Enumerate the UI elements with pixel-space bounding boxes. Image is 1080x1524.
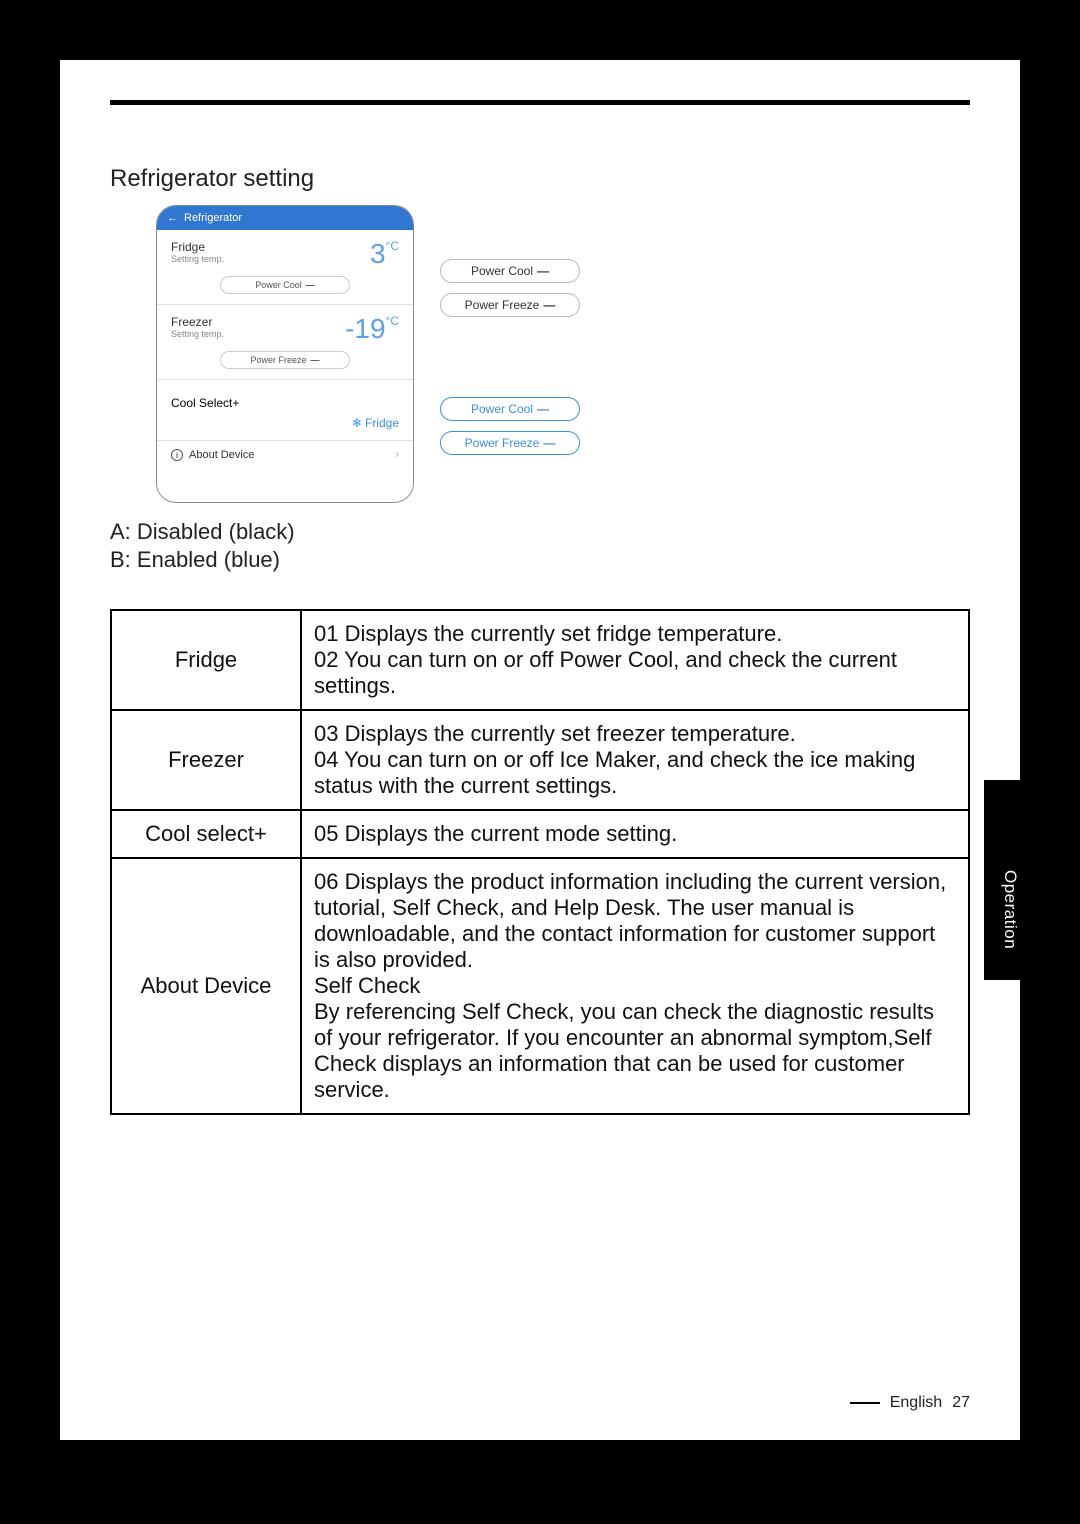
freezer-temp: -19°C [345,315,399,343]
footer-lang: English [890,1394,942,1412]
power-cool-pill[interactable]: Power Cool— [220,276,350,294]
row-label-coolselect: Cool select+ [111,810,301,858]
back-arrow-icon[interactable]: ← [167,212,178,224]
row-desc-fridge: 01 Displays the currently set fridge tem… [301,610,969,710]
coolselect-card[interactable]: Cool Select+ ❄Fridge [157,380,413,441]
power-freeze-enabled-pill: Power Freeze— [440,431,580,455]
section-title: Refrigerator setting [110,165,970,193]
row-desc-coolselect: 05 Displays the current mode setting. [301,810,969,858]
coolselect-value: Fridge [365,416,399,430]
fridge-sub: Setting temp. [171,254,224,264]
legend-b: B: Enabled (blue) [110,547,970,573]
table-row: Cool select+ 05 Displays the current mod… [111,810,969,858]
chevron-right-icon: › [395,449,399,461]
table-row: Fridge 01 Displays the currently set fri… [111,610,969,710]
row-desc-freezer: 03 Displays the currently set freezer te… [301,710,969,810]
footer-page: 27 [952,1394,970,1412]
fridge-label: Fridge [171,240,224,254]
power-cool-enabled-pill: Power Cool— [440,397,580,421]
power-cool-disabled-pill: Power Cool— [440,259,580,283]
about-device-row[interactable]: i About Device › [157,441,413,469]
phone-mock: ← Refrigerator Fridge Setting temp. 3°C [156,205,414,503]
power-freeze-disabled-pill: Power Freeze— [440,293,580,317]
legend: A: Disabled (black) B: Enabled (blue) [110,519,970,573]
phone-header[interactable]: ← Refrigerator [157,206,413,230]
row-label-fridge: Fridge [111,610,301,710]
freezer-sub: Setting temp. [171,329,224,339]
about-label: About Device [189,449,254,461]
power-freeze-pill[interactable]: Power Freeze— [220,351,350,369]
table-row: About Device 06 Displays the product inf… [111,858,969,1114]
footer: English 27 [850,1394,970,1412]
table-row: Freezer 03 Displays the currently set fr… [111,710,969,810]
snowflake-icon: ❄ [352,416,362,430]
phone-body: Fridge Setting temp. 3°C Power Cool— [157,230,413,502]
top-rule [110,100,970,105]
side-pill-column: Power Cool— Power Freeze— Power Cool— Po… [440,259,580,455]
freezer-card[interactable]: Freezer Setting temp. -19°C Power Freeze… [157,305,413,380]
fridge-card[interactable]: Fridge Setting temp. 3°C Power Cool— [157,230,413,305]
row-desc-about: 06 Displays the product information incl… [301,858,969,1114]
row-label-freezer: Freezer [111,710,301,810]
spec-table: Fridge 01 Displays the currently set fri… [110,609,970,1115]
phone-row: ← Refrigerator Fridge Setting temp. 3°C [156,205,970,503]
page: Refrigerator setting ← Refrigerator Frid… [60,60,1020,1440]
fridge-temp: 3°C [370,240,399,268]
info-icon: i [171,449,183,461]
coolselect-label: Cool Select+ [171,396,239,410]
row-label-about: About Device [111,858,301,1114]
section-tab-operation: Operation [984,780,1020,980]
phone-title: Refrigerator [184,212,242,224]
footer-rule [850,1402,880,1404]
freezer-label: Freezer [171,315,224,329]
legend-a: A: Disabled (black) [110,519,970,545]
